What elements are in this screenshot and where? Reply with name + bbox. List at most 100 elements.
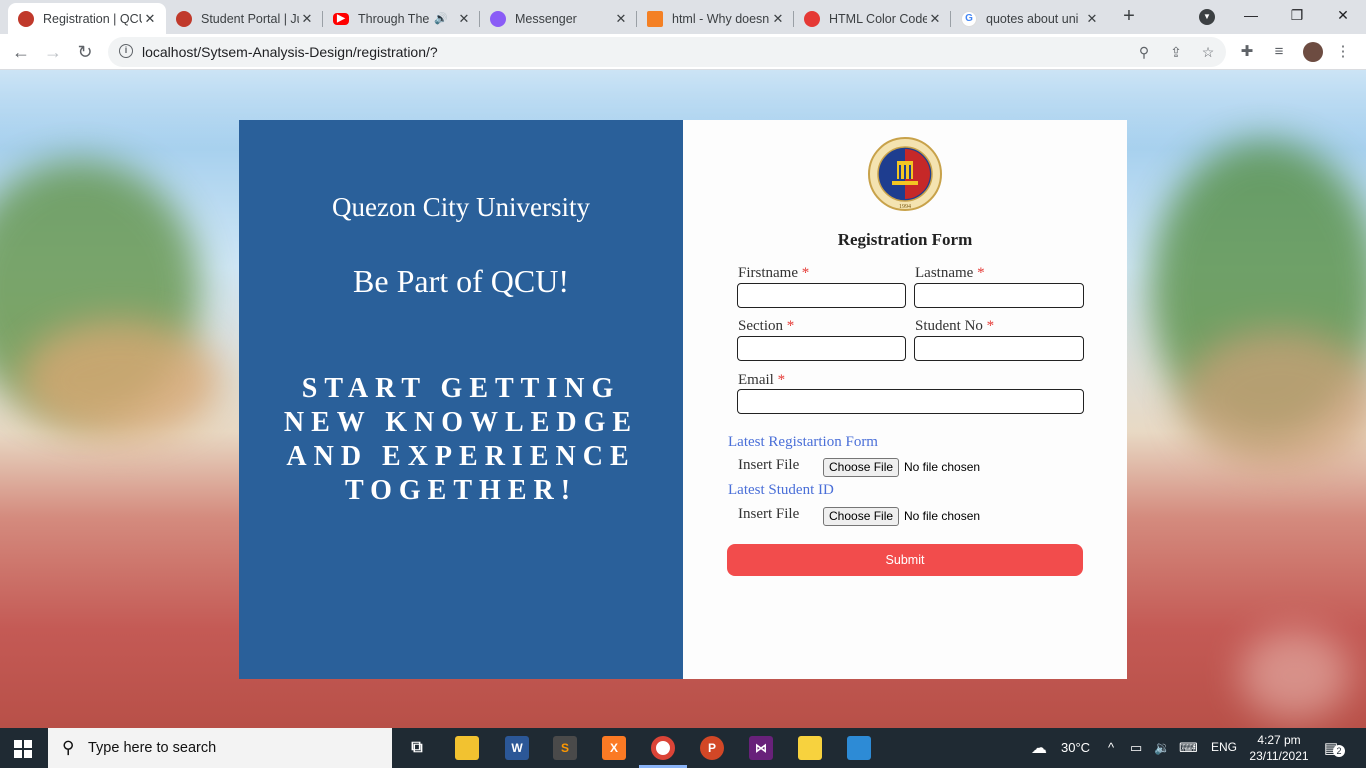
close-tab-icon[interactable]: ✕: [613, 11, 629, 27]
minimize-button[interactable]: —: [1228, 0, 1274, 34]
file-explorer-icon[interactable]: [455, 736, 479, 760]
student-id-choose-file-button[interactable]: Choose File: [823, 507, 900, 526]
chrome-icon[interactable]: [651, 736, 675, 760]
site-info-icon[interactable]: i: [119, 44, 133, 58]
tab-title: Student Portal | Ju: [201, 11, 299, 26]
form-title: Registration Form: [837, 230, 973, 249]
tray-expand-icon[interactable]: ^: [1108, 740, 1114, 755]
audio-playing-icon[interactable]: 🔊: [434, 12, 448, 25]
tab-messenger[interactable]: Messenger ✕: [480, 3, 637, 34]
registration-form-panel: 1994 Registration Form Firstname * Lastn…: [683, 120, 1127, 679]
close-tab-icon[interactable]: ✕: [1084, 11, 1100, 27]
section-input[interactable]: [737, 336, 906, 361]
tab-title: Registration | QCU: [43, 11, 142, 26]
tab-strip: Registration | QCU ✕ Student Portal | Ju…: [0, 0, 1366, 34]
google-icon: G: [961, 10, 977, 27]
section-label: Section *: [738, 318, 794, 335]
background-plaza-emblem: [1240, 630, 1350, 720]
visual-studio-icon[interactable]: ⋈: [749, 736, 773, 760]
close-tab-icon[interactable]: ✕: [299, 11, 315, 27]
background-building-left: [20, 320, 220, 440]
tab-google-search[interactable]: G quotes about uni ✕: [951, 3, 1108, 34]
lastname-label: Lastname *: [915, 265, 985, 282]
qcu-favicon-icon: [176, 10, 192, 27]
firstname-label: Firstname *: [738, 265, 809, 282]
tab-search-icon[interactable]: ▼: [1199, 9, 1215, 25]
color-codes-icon: [804, 10, 820, 27]
tab-student-portal[interactable]: Student Portal | Ju ✕: [166, 3, 323, 34]
student-no-label: Student No *: [915, 318, 994, 335]
profile-avatar[interactable]: [1303, 42, 1323, 62]
address-bar[interactable]: i localhost/Sytsem-Analysis-Design/regis…: [108, 37, 1226, 67]
tagline-text: START GETTING NEW KNOWLEDGE AND EXPERIEN…: [283, 373, 639, 506]
tab-registration[interactable]: Registration | QCU ✕: [8, 3, 166, 34]
firstname-input[interactable]: [737, 283, 906, 308]
close-tab-icon[interactable]: ✕: [770, 11, 786, 27]
zoom-icon[interactable]: ⚲: [1136, 44, 1152, 60]
extensions-icon[interactable]: ✚: [1238, 43, 1256, 61]
bookmark-star-icon[interactable]: ☆: [1200, 44, 1216, 60]
email-label: Email *: [738, 372, 785, 389]
tab-title: Through The: [358, 11, 430, 26]
taskbar-search-box[interactable]: ⚲ Type here to search: [48, 728, 392, 768]
weather-icon[interactable]: ☁: [1031, 738, 1047, 758]
close-tab-icon[interactable]: ✕: [927, 11, 943, 27]
media-control-icon[interactable]: ≡: [1270, 43, 1288, 61]
insert-file-label: Insert File: [738, 457, 800, 473]
slogan-text: Be Part of QCU!: [353, 263, 569, 299]
messenger-icon: [490, 10, 506, 27]
lastname-input[interactable]: [914, 283, 1084, 308]
share-icon[interactable]: ⇪: [1168, 44, 1184, 60]
back-button[interactable]: ←: [9, 40, 33, 64]
close-window-button[interactable]: ✕: [1320, 0, 1366, 34]
volume-icon[interactable]: 🔉: [1154, 740, 1170, 756]
label-text: Section: [738, 318, 783, 334]
notification-center-icon[interactable]: ▤ 2: [1324, 739, 1345, 757]
student-id-file-status: No file chosen: [904, 509, 981, 523]
tab-stackoverflow[interactable]: html - Why doesn ✕: [637, 3, 794, 34]
page-background: Quezon City University Be Part of QCU! S…: [0, 70, 1366, 728]
clock-time: 4:27 pm: [1257, 733, 1301, 747]
youtube-icon: ▶: [333, 12, 349, 25]
required-asterisk: *: [786, 318, 795, 334]
stackoverflow-icon: [647, 10, 663, 27]
label-text: Firstname: [738, 265, 798, 281]
label-text: Email: [738, 372, 774, 388]
reg-form-choose-file-button[interactable]: Choose File: [823, 458, 900, 477]
required-asterisk: *: [986, 318, 995, 334]
university-name: Quezon City University: [332, 192, 590, 222]
close-tab-icon[interactable]: ✕: [456, 11, 472, 27]
language-indicator[interactable]: ENG: [1211, 740, 1237, 754]
new-tab-button[interactable]: +: [1118, 5, 1140, 27]
keyboard-icon[interactable]: ⌨: [1179, 740, 1198, 756]
task-view-icon[interactable]: ⧉: [405, 736, 429, 760]
student-id-upload-label: Latest Student ID: [728, 482, 834, 498]
tab-title: quotes about uni: [986, 11, 1079, 26]
clock-date: 23/11/2021: [1249, 749, 1309, 763]
qcu-favicon-icon: [18, 10, 34, 27]
url-text[interactable]: localhost/Sytsem-Analysis-Design/registr…: [142, 44, 438, 60]
reg-form-upload-label: Latest Registartion Form: [728, 434, 878, 450]
student-no-input[interactable]: [914, 336, 1084, 361]
close-tab-icon[interactable]: ✕: [142, 11, 158, 27]
xampp-icon[interactable]: X: [602, 736, 626, 760]
powerpoint-icon[interactable]: P: [700, 736, 724, 760]
menu-kebab-icon[interactable]: ⋮: [1334, 43, 1352, 61]
network-icon[interactable]: ▭: [1130, 740, 1142, 756]
sticky-notes-icon[interactable]: [798, 736, 822, 760]
forward-button[interactable]: →: [41, 40, 65, 64]
tab-color-codes[interactable]: HTML Color Code ✕: [794, 3, 951, 34]
sublime-text-icon[interactable]: S: [553, 736, 577, 760]
windows-start-icon[interactable]: [14, 740, 32, 758]
word-icon[interactable]: W: [505, 736, 529, 760]
restore-button[interactable]: ❐: [1274, 0, 1320, 34]
label-text: Student No: [915, 318, 983, 334]
submit-button[interactable]: Submit: [727, 544, 1083, 576]
photos-icon[interactable]: [847, 736, 871, 760]
reload-button[interactable]: ↻: [73, 40, 97, 64]
weather-temp[interactable]: 30°C: [1061, 740, 1090, 755]
system-clock[interactable]: 4:27 pm 23/11/2021: [1246, 732, 1312, 764]
email-input[interactable]: [737, 389, 1084, 414]
browser-toolbar: ← → ↻ i localhost/Sytsem-Analysis-Design…: [0, 34, 1366, 70]
tab-youtube[interactable]: ▶ Through The 🔊 ✕: [323, 3, 480, 34]
